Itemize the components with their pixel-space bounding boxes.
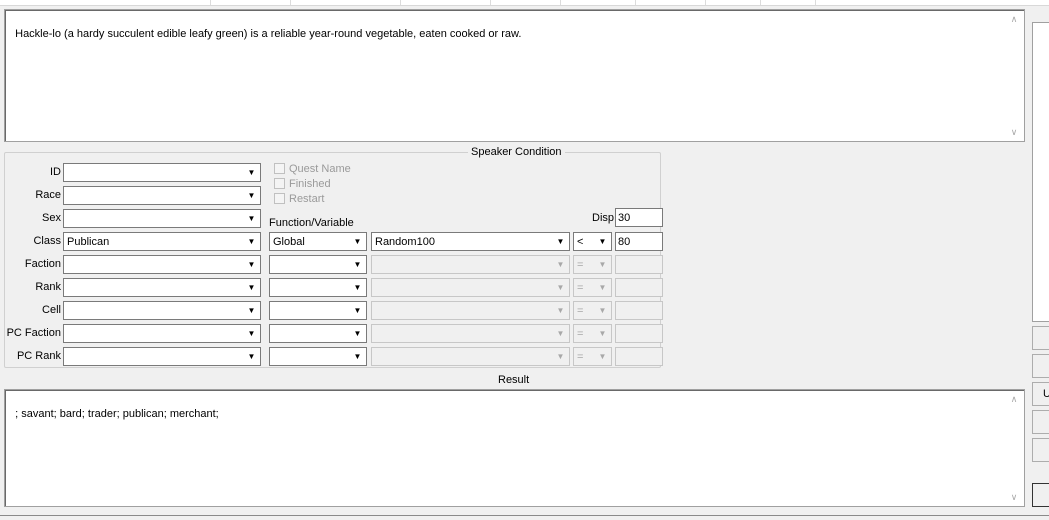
function-variable-combo[interactable]: ▼ [371, 324, 570, 343]
right-button[interactable] [1032, 438, 1049, 462]
dropdown-arrow-icon[interactable]: ▼ [595, 280, 610, 295]
checkbox-box [274, 163, 285, 174]
dropdown-arrow-icon[interactable]: ▼ [350, 280, 365, 295]
list-header-strip [0, 0, 1049, 6]
dropdown-arrow-icon[interactable]: ▼ [553, 303, 568, 318]
function-variable-combo[interactable]: Random100 ▼ [371, 232, 570, 251]
function-variable-combo[interactable]: ▼ [371, 301, 570, 320]
result-text: ; savant; bard; trader; publican; mercha… [15, 408, 219, 420]
function-value-field[interactable] [615, 255, 663, 274]
function-type-combo[interactable]: ▼ [269, 301, 367, 320]
checkbox-box [274, 178, 285, 189]
pc-rank-combo[interactable]: ▼ [63, 347, 261, 366]
right-button[interactable] [1032, 483, 1049, 507]
response-text: Hackle-lo (a hardy succulent edible leaf… [15, 28, 522, 40]
dropdown-arrow-icon[interactable]: ▼ [350, 326, 365, 341]
dropdown-arrow-icon[interactable]: ▼ [244, 326, 259, 341]
dropdown-arrow-icon[interactable]: ▼ [553, 257, 568, 272]
function-type-combo[interactable]: ▼ [269, 324, 367, 343]
id-combo[interactable]: ▼ [63, 163, 261, 182]
cell-combo[interactable]: ▼ [63, 301, 261, 320]
dropdown-arrow-icon[interactable]: ▼ [595, 234, 610, 249]
right-button[interactable] [1032, 354, 1049, 378]
dropdown-arrow-icon[interactable]: ▼ [244, 234, 259, 249]
dropdown-arrow-icon[interactable]: ▼ [553, 280, 568, 295]
scroll-up-icon[interactable]: ∧ [1008, 14, 1020, 24]
function-operator-combo[interactable]: = ▼ [573, 301, 612, 320]
checkbox-quest-name[interactable]: Quest Name [274, 162, 394, 176]
race-combo[interactable]: ▼ [63, 186, 261, 205]
right-button[interactable] [1032, 326, 1049, 350]
bottom-separator [0, 515, 1049, 516]
function-variable-combo[interactable]: ▼ [371, 278, 570, 297]
function-value-field[interactable] [615, 347, 663, 366]
right-button[interactable] [1032, 410, 1049, 434]
dropdown-arrow-icon[interactable]: ▼ [350, 349, 365, 364]
scroll-down-icon[interactable]: ∨ [1008, 127, 1020, 137]
label-class: Class [33, 235, 61, 247]
label-pc-faction: PC Faction [6, 327, 61, 339]
function-type-combo[interactable]: ▼ [269, 347, 367, 366]
scroll-up-icon[interactable]: ∧ [1008, 394, 1020, 404]
class-combo[interactable]: Publican ▼ [63, 232, 261, 251]
label-sex: Sex [42, 212, 61, 224]
label-faction: Faction [24, 258, 61, 270]
disp-field[interactable]: 30 [615, 208, 663, 227]
dropdown-arrow-icon[interactable]: ▼ [244, 211, 259, 226]
dropdown-arrow-icon[interactable]: ▼ [595, 326, 610, 341]
right-list-panel[interactable] [1032, 22, 1049, 322]
checkbox-box [274, 193, 285, 204]
right-button-u[interactable]: U [1032, 382, 1049, 406]
dropdown-arrow-icon[interactable]: ▼ [553, 326, 568, 341]
label-race: Race [35, 189, 61, 201]
speaker-condition-title: Speaker Condition [468, 145, 565, 159]
function-value-field[interactable] [615, 278, 663, 297]
function-operator-combo[interactable]: = ▼ [573, 278, 612, 297]
response-text-area[interactable]: Hackle-lo (a hardy succulent edible leaf… [4, 9, 1025, 142]
checkbox-finished[interactable]: Finished [274, 177, 394, 191]
sex-combo[interactable]: ▼ [63, 209, 261, 228]
function-type-combo[interactable]: ▼ [269, 278, 367, 297]
checkbox-restart[interactable]: Restart [274, 192, 394, 206]
dropdown-arrow-icon[interactable]: ▼ [595, 303, 610, 318]
dropdown-arrow-icon[interactable]: ▼ [244, 349, 259, 364]
result-title: Result [498, 374, 530, 386]
dropdown-arrow-icon[interactable]: ▼ [595, 349, 610, 364]
label-cell: Cell [42, 304, 61, 316]
function-value-field[interactable] [615, 324, 663, 343]
function-variable-label: Function/Variable [269, 217, 354, 229]
result-text-area[interactable]: ; savant; bard; trader; publican; mercha… [4, 389, 1025, 507]
label-pc-rank: PC Rank [16, 350, 61, 362]
dropdown-arrow-icon[interactable]: ▼ [595, 257, 610, 272]
function-operator-combo[interactable]: = ▼ [573, 347, 612, 366]
dropdown-arrow-icon[interactable]: ▼ [350, 234, 365, 249]
function-operator-combo[interactable]: = ▼ [573, 255, 612, 274]
dropdown-arrow-icon[interactable]: ▼ [244, 303, 259, 318]
label-rank: Rank [35, 281, 61, 293]
dropdown-arrow-icon[interactable]: ▼ [244, 280, 259, 295]
dropdown-arrow-icon[interactable]: ▼ [350, 257, 365, 272]
dropdown-arrow-icon[interactable]: ▼ [244, 188, 259, 203]
dropdown-arrow-icon[interactable]: ▼ [553, 349, 568, 364]
disp-label: Disp [592, 212, 615, 224]
function-value-field[interactable] [615, 301, 663, 320]
function-value-field[interactable]: 80 [615, 232, 663, 251]
dropdown-arrow-icon[interactable]: ▼ [244, 257, 259, 272]
function-variable-combo[interactable]: ▼ [371, 255, 570, 274]
function-type-combo[interactable]: ▼ [269, 255, 367, 274]
dropdown-arrow-icon[interactable]: ▼ [350, 303, 365, 318]
pc-faction-combo[interactable]: ▼ [63, 324, 261, 343]
function-operator-combo[interactable]: < ▼ [573, 232, 612, 251]
faction-combo[interactable]: ▼ [63, 255, 261, 274]
scroll-down-icon[interactable]: ∨ [1008, 492, 1020, 502]
label-id: ID [50, 166, 61, 178]
function-variable-combo[interactable]: ▼ [371, 347, 570, 366]
function-operator-combo[interactable]: = ▼ [573, 324, 612, 343]
dropdown-arrow-icon[interactable]: ▼ [553, 234, 568, 249]
dropdown-arrow-icon[interactable]: ▼ [244, 165, 259, 180]
function-type-combo[interactable]: Global ▼ [269, 232, 367, 251]
rank-combo[interactable]: ▼ [63, 278, 261, 297]
